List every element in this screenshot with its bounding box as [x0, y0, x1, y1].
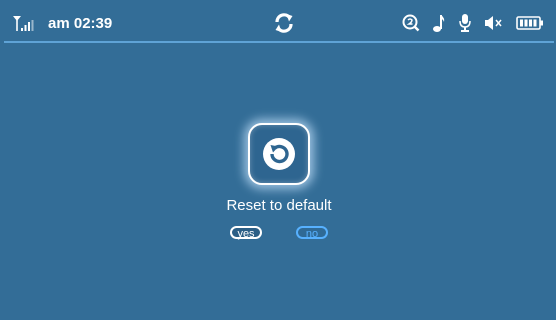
speaker-mute-icon[interactable]: [484, 15, 504, 31]
status-left: am 02:39: [12, 12, 112, 34]
microphone-icon[interactable]: [458, 13, 472, 33]
choice-row: yes no: [230, 226, 328, 240]
no-button[interactable]: no: [296, 226, 328, 240]
battery-icon: [516, 15, 544, 31]
sync-icon[interactable]: [273, 12, 295, 34]
reset-icon: [261, 136, 297, 172]
status-bar: am 02:39: [4, 3, 554, 43]
music-note-icon[interactable]: [432, 13, 446, 33]
dialog-title: Reset to default: [226, 197, 332, 214]
clock-time: am 02:39: [48, 14, 113, 32]
search-icon[interactable]: [402, 14, 420, 32]
status-right: [402, 12, 544, 34]
yes-button[interactable]: yes: [230, 226, 262, 240]
reset-button[interactable]: [248, 123, 310, 185]
reset-dialog: Reset to default yes no: [4, 123, 554, 240]
screen: am 02:39 Reset to default yes no: [4, 3, 554, 320]
signal-icon: [12, 14, 34, 32]
